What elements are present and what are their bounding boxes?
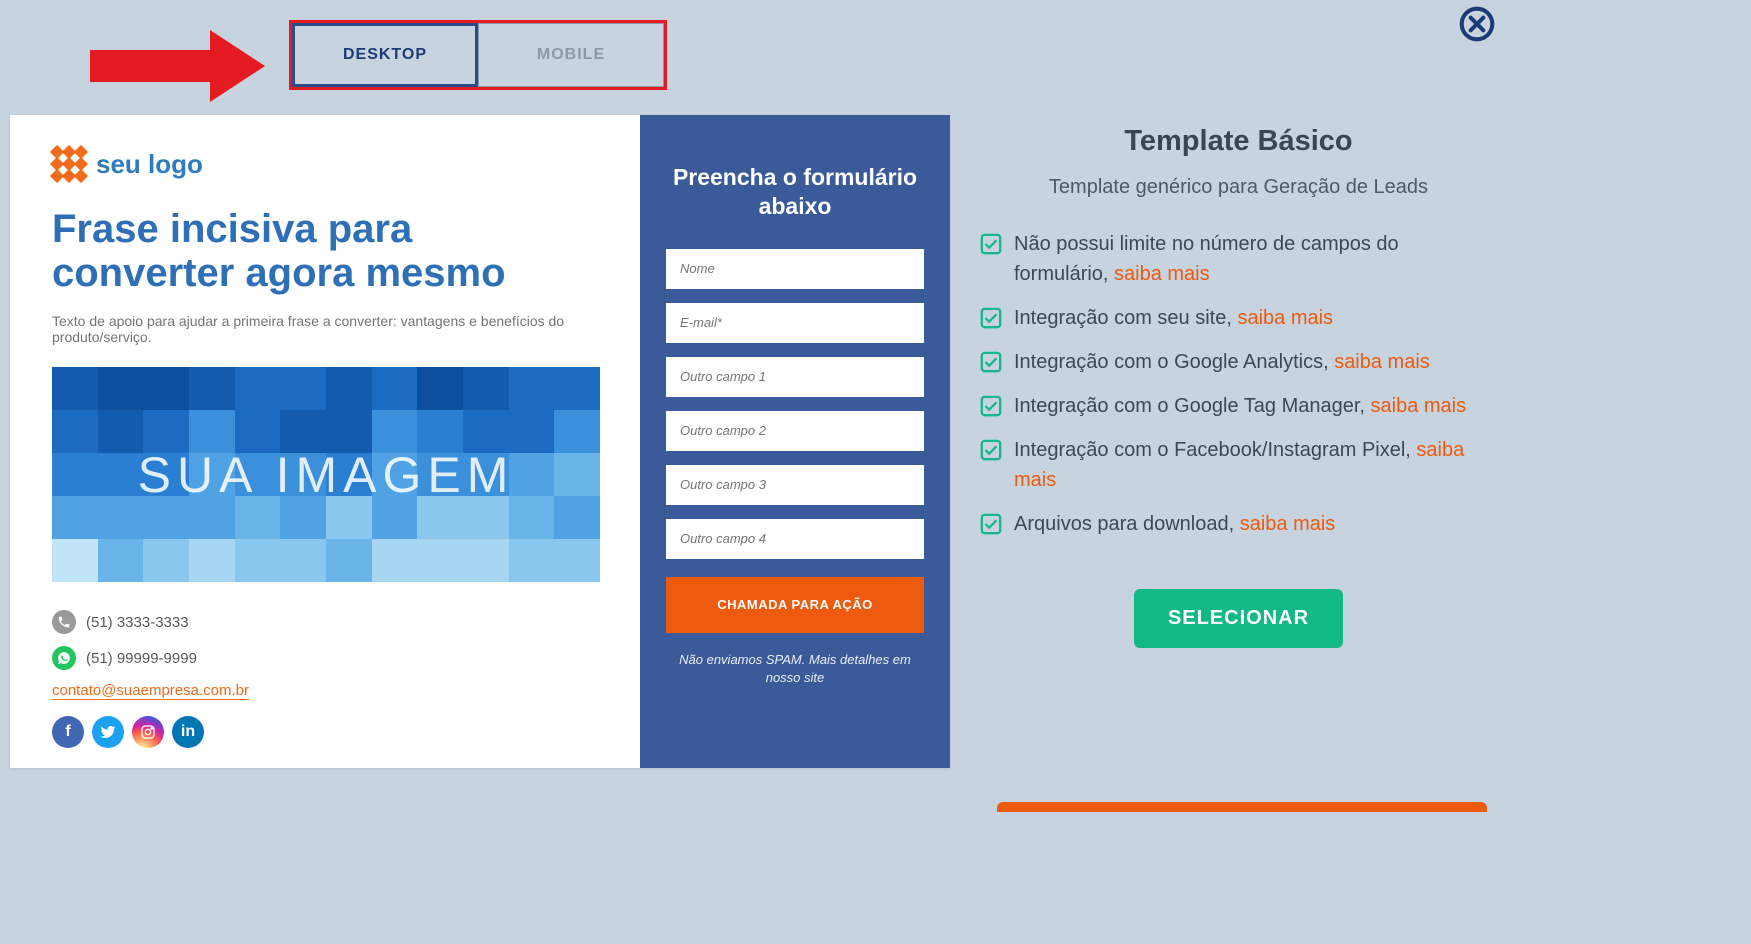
phone-number: (51) 3333-3333	[86, 614, 189, 631]
preview-headline: Frase incisiva para converter agora mesm…	[52, 207, 598, 295]
phone-icon	[52, 610, 76, 634]
template-preview: seu logo Frase incisiva para converter a…	[10, 115, 950, 768]
learn-more-link[interactable]: saiba mais	[1240, 513, 1336, 535]
preview-logo: seu logo	[52, 147, 598, 181]
tab-mobile[interactable]: MOBILE	[478, 23, 664, 87]
check-icon	[980, 439, 1002, 461]
form-email-input[interactable]	[666, 303, 924, 343]
feature-text: Arquivos para download,	[1014, 513, 1240, 535]
logo-icon	[52, 147, 86, 181]
template-description: Template genérico para Geração de Leads	[980, 176, 1497, 199]
form-extra2-input[interactable]	[666, 411, 924, 451]
form-cta-button[interactable]: CHAMADA PARA AÇÃO	[666, 577, 924, 633]
feature-item: Integração com seu site, saiba mais	[980, 303, 1497, 333]
learn-more-link[interactable]: saiba mais	[1334, 351, 1430, 373]
learn-more-link[interactable]: saiba mais	[1114, 263, 1210, 285]
check-icon	[980, 395, 1002, 417]
select-button[interactable]: SELECIONAR	[1134, 589, 1343, 648]
check-icon	[980, 307, 1002, 329]
learn-more-link[interactable]: saiba mais	[1371, 395, 1467, 417]
feature-text: Integração com o Google Analytics,	[1014, 351, 1334, 373]
check-icon	[980, 351, 1002, 373]
feature-text: Integração com o Google Tag Manager,	[1014, 395, 1371, 417]
template-title: Template Básico	[980, 125, 1497, 158]
feature-text: Integração com seu site,	[1014, 307, 1237, 329]
email-link[interactable]: contato@suaempresa.com.br	[52, 682, 249, 700]
twitter-icon[interactable]	[92, 716, 124, 748]
feature-text: Integração com o Facebook/Instagram Pixe…	[1014, 439, 1416, 461]
form-name-input[interactable]	[666, 249, 924, 289]
tab-desktop[interactable]: DESKTOP	[292, 23, 478, 87]
form-extra3-input[interactable]	[666, 465, 924, 505]
view-tabs: DESKTOP MOBILE	[289, 20, 667, 90]
close-icon[interactable]	[1459, 6, 1495, 42]
callout-arrow	[90, 30, 265, 102]
image-placeholder-label: SUA IMAGEM	[52, 367, 600, 582]
instagram-icon[interactable]	[132, 716, 164, 748]
form-extra1-input[interactable]	[666, 357, 924, 397]
form-spam-note: Não enviamos SPAM. Mais detalhes em noss…	[666, 651, 924, 687]
template-details: Template Básico Template genérico para G…	[980, 115, 1497, 768]
preview-image-placeholder: SUA IMAGEM	[52, 367, 600, 582]
facebook-icon[interactable]: f	[52, 716, 84, 748]
preview-subtext: Texto de apoio para ajudar a primeira fr…	[52, 313, 582, 345]
form-title: Preencha o formulário abaixo	[666, 163, 924, 221]
logo-text: seu logo	[96, 149, 203, 180]
whatsapp-icon	[52, 646, 76, 670]
feature-item: Não possui limite no número de campos do…	[980, 229, 1497, 289]
form-extra4-input[interactable]	[666, 519, 924, 559]
check-icon	[980, 233, 1002, 255]
learn-more-link[interactable]: saiba mais	[1237, 307, 1333, 329]
feature-item: Integração com o Google Analytics, saiba…	[980, 347, 1497, 377]
check-icon	[980, 513, 1002, 535]
linkedin-icon[interactable]: in	[172, 716, 204, 748]
feature-item: Arquivos para download, saiba mais	[980, 509, 1497, 539]
bottom-accent-bar	[997, 802, 1487, 812]
feature-item: Integração com o Google Tag Manager, sai…	[980, 391, 1497, 421]
feature-item: Integração com o Facebook/Instagram Pixe…	[980, 435, 1497, 495]
whatsapp-number: (51) 99999-9999	[86, 650, 197, 667]
